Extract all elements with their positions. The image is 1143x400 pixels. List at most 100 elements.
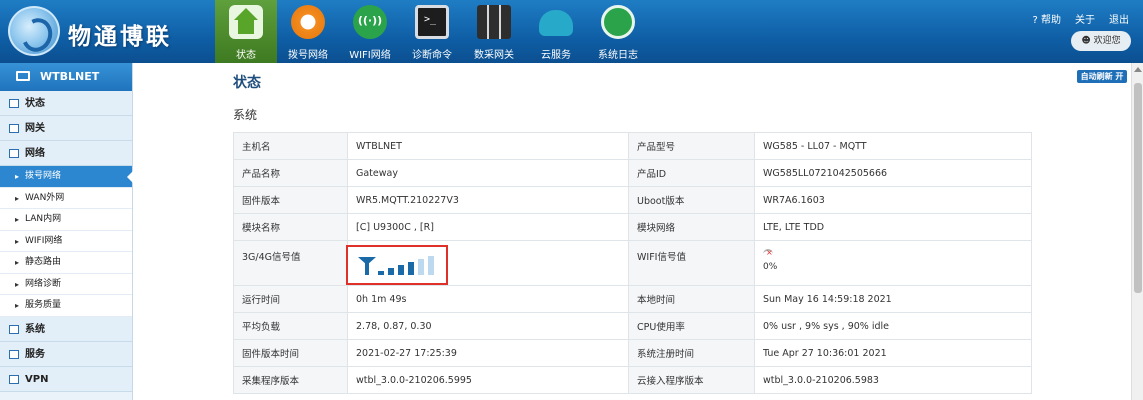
field-value: wtbl_3.0.0-210206.5983 [754, 366, 1032, 394]
table-row: 3G/4G信号值 WIFI信号值 0% [233, 240, 1032, 286]
table-row: 平均负载 2.78, 0.87, 0.30 CPU使用率 0% usr , 9%… [233, 312, 1032, 340]
sidebar-group-vpn[interactable]: VPN [0, 366, 132, 392]
field-label: 主机名 [233, 132, 348, 160]
nav-cloud[interactable]: 云服务 [525, 0, 587, 63]
field-label: 模块名称 [233, 213, 348, 241]
nav-status[interactable]: 状态 [215, 0, 277, 63]
welcome-badge: ☻ 欢迎您 [1071, 31, 1131, 51]
wifi-signal-value: 0% [763, 262, 778, 272]
sidebar-group-label: 网关 [25, 123, 45, 134]
page-scrollbar[interactable] [1131, 63, 1143, 400]
field-value: LTE, LTE TDD [754, 213, 1032, 241]
table-row: 固件版本时间 2021-02-27 17:25:39 系统注册时间 Tue Ap… [233, 339, 1032, 367]
welcome-text: 欢迎您 [1093, 36, 1121, 46]
table-row: 采集程序版本 wtbl_3.0.0-210206.5995 云接入程序版本 wt… [233, 366, 1032, 394]
sidebar-group-service[interactable]: 服务 [0, 341, 132, 367]
field-value: Tue Apr 27 10:36:01 2021 [754, 339, 1032, 367]
field-value: 0h 1m 49s [347, 285, 629, 313]
nav-label: 拨号网络 [288, 50, 328, 61]
logout-link[interactable]: 退出 [1109, 11, 1129, 26]
sidebar-group-system[interactable]: 系统 [0, 316, 132, 342]
page-title: 状态 [233, 75, 261, 91]
table-row: 产品名称 Gateway 产品ID WG585LL0721042505666 [233, 159, 1032, 187]
sidebar-item-qos[interactable]: 服务质量 [0, 295, 132, 317]
field-value: Sun May 16 14:59:18 2021 [754, 285, 1032, 313]
group-icon [9, 324, 19, 334]
nav-label: 数采网关 [474, 50, 514, 61]
field-label: 模块网络 [628, 213, 755, 241]
sidebar-title-text: WTBLNET [40, 70, 100, 83]
sidebar-item-wifi[interactable]: WIFI网络 [0, 230, 132, 252]
antenna-icon [358, 257, 376, 277]
cellular-signal-indicator [346, 245, 448, 285]
nav-label: 状态 [236, 50, 256, 61]
nav-gateway[interactable]: 数采网关 [463, 0, 525, 63]
sidebar-item-wan[interactable]: WAN外网 [0, 187, 132, 209]
table-row: 主机名 WTBLNET 产品型号 WG585 - LL07 - MQTT [233, 132, 1032, 160]
about-link[interactable]: 关于 [1075, 11, 1095, 26]
top-links: ? 帮助 关于 退出 [1033, 11, 1130, 26]
dial-icon [291, 5, 325, 39]
group-icon [9, 149, 19, 158]
signal-bar [378, 271, 384, 275]
sidebar-group-gateway[interactable]: 网关 [0, 116, 132, 141]
field-label: 采集程序版本 [233, 366, 348, 394]
table-row: 固件版本 WR5.MQTT.210227V3 Uboot版本 WR7A6.160… [233, 186, 1032, 214]
field-label: 平均负载 [233, 312, 348, 340]
field-label: 本地时间 [628, 285, 755, 313]
field-label: 产品ID [628, 159, 755, 187]
sidebar: WTBLNET 状态 网关 网络 拨号网络 WAN外网 LAN内网 WIFI网络… [0, 63, 133, 400]
field-value: Gateway [347, 159, 629, 187]
group-icon [9, 374, 19, 384]
field-label: CPU使用率 [628, 312, 755, 340]
home-icon [229, 5, 263, 39]
nav-label: 云服务 [541, 50, 571, 61]
sidebar-item-network-diag[interactable]: 网络诊断 [0, 273, 132, 295]
field-label: 固件版本 [233, 186, 348, 214]
scroll-thumb[interactable] [1134, 83, 1142, 293]
logo-text: 物通博联 [68, 24, 172, 50]
field-label: Uboot版本 [628, 186, 755, 214]
nav-diagnostic[interactable]: 诊断命令 [401, 0, 463, 63]
field-value: 0% [754, 240, 1032, 286]
system-info-table: 主机名 WTBLNET 产品型号 WG585 - LL07 - MQTT 产品名… [233, 132, 1032, 394]
sidebar-group-label: 系统 [25, 323, 45, 335]
field-value: WTBLNET [347, 132, 629, 160]
auto-refresh-toggle[interactable]: 自动刷新 开 [1077, 70, 1127, 83]
field-label: WIFI信号值 [628, 240, 755, 286]
nav-dial-network[interactable]: 拨号网络 [277, 0, 339, 63]
group-icon [9, 99, 19, 108]
sidebar-item-dial-network[interactable]: 拨号网络 [0, 166, 133, 188]
nav-label: 诊断命令 [412, 50, 452, 61]
field-label: 产品名称 [233, 159, 348, 187]
help-link[interactable]: ? 帮助 [1033, 11, 1062, 26]
nav-wifi-network[interactable]: WIFI网络 [339, 0, 401, 63]
signal-cell [346, 240, 629, 286]
table-row: 运行时间 0h 1m 49s 本地时间 Sun May 16 14:59:18 … [233, 285, 1032, 313]
field-value: wtbl_3.0.0-210206.5995 [347, 366, 629, 394]
field-value: WG585 - LL07 - MQTT [754, 132, 1032, 160]
field-value: 0% usr , 9% sys , 90% idle [754, 312, 1032, 340]
nav-label: WIFI网络 [349, 50, 391, 61]
field-label: 运行时间 [233, 285, 348, 313]
log-icon [601, 5, 635, 39]
sidebar-group-label: 状态 [25, 98, 45, 109]
group-icon [9, 124, 19, 133]
sidebar-group-label: 网络 [25, 148, 45, 159]
sidebar-group-network[interactable]: 网络 [0, 141, 132, 166]
signal-bar [418, 259, 424, 275]
sidebar-group-status[interactable]: 状态 [0, 91, 132, 116]
scroll-up-icon[interactable] [1134, 67, 1142, 72]
sidebar-item-static-route[interactable]: 静态路由 [0, 252, 132, 274]
group-icon [9, 349, 19, 359]
field-value: 2021-02-27 17:25:39 [347, 339, 629, 367]
sidebar-title: WTBLNET [0, 63, 132, 91]
nav-system-log[interactable]: 系统日志 [587, 0, 649, 63]
sidebar-item-lan[interactable]: LAN内网 [0, 209, 132, 231]
signal-bar [398, 265, 404, 275]
logo-mark-icon [8, 6, 60, 56]
top-header: 物通博联 状态 拨号网络 WIFI网络 诊断命令 数采网关 云服务 系统日 [0, 0, 1143, 63]
brand-logo: 物通博联 [0, 0, 215, 63]
sidebar-group-label: VPN [25, 373, 49, 385]
nav-label: 系统日志 [598, 50, 638, 61]
